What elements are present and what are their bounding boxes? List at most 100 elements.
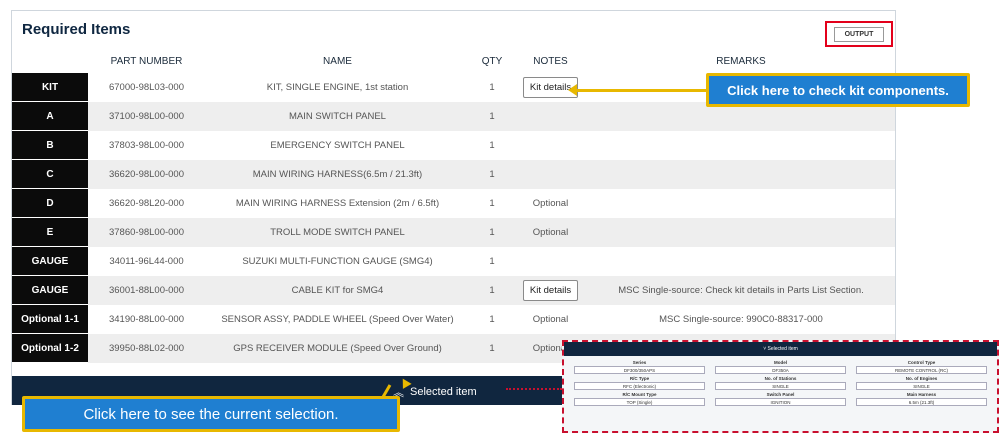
preview-field-value: 6.5m (21.3ft)	[856, 398, 987, 406]
preview-field: Series DF300/350APS	[574, 360, 705, 374]
kit-arrow-line	[576, 89, 708, 92]
part-number-cell: 67000-98L03-000	[108, 82, 184, 93]
preview-field-label: Model	[774, 360, 787, 365]
remarks-cell	[587, 218, 895, 247]
name-cell: KIT, SINGLE ENGINE, 1st station	[266, 82, 409, 93]
preview-grid: Series DF300/350APS Model DF350A Control Typ…	[564, 356, 997, 410]
preview-field-value: RFC (Electronic)	[574, 382, 705, 390]
selected-item-preview: ˅ Selected item Series DF300/350APS Model D…	[562, 340, 999, 433]
header-part-number: PART NUMBER	[110, 55, 183, 67]
qty-cell: 1	[489, 256, 495, 267]
name-cell: TROLL MODE SWITCH PANEL	[270, 227, 405, 238]
qty-cell: 1	[489, 314, 495, 325]
preview-field: R/C Mount Type TOP (Single)	[574, 392, 705, 406]
preview-field-label: R/C Type	[629, 376, 650, 381]
part-number-cell: 34190-88L00-000	[108, 314, 184, 325]
kit-details-button[interactable]: Kit details	[522, 280, 579, 301]
selection-callout: Click here to see the current selection.	[22, 396, 400, 432]
preview-field-label: Series	[632, 360, 647, 365]
preview-field-label: Control Type	[907, 360, 936, 365]
qty-cell: 1	[489, 111, 495, 122]
preview-field-value: SINGLE	[856, 382, 987, 390]
table-row: D 36620-98L20-000 MAIN WIRING HARNESS Exte…	[12, 189, 895, 218]
stage: Required Items OUTPUT PART NUMBER NAME Q…	[0, 0, 999, 433]
preview-field: Model DF350A	[715, 360, 846, 374]
qty-cell: 1	[489, 198, 495, 209]
remarks-cell	[587, 131, 895, 160]
table-row: Optional 1-1 34190-88L00-000 SENSOR ASSY, …	[12, 305, 895, 334]
kit-arrow-head	[568, 84, 577, 96]
part-number-cell: 39950-88L02-000	[108, 343, 184, 354]
row-key: Optional 1-2	[12, 334, 88, 363]
name-cell: GPS RECEIVER MODULE (Speed Over Ground)	[233, 343, 442, 354]
preview-field: R/C Type RFC (Electronic)	[574, 376, 705, 390]
part-number-cell: 36620-98L20-000	[108, 198, 184, 209]
qty-cell: 1	[489, 227, 495, 238]
notes-cell: Optional	[532, 198, 569, 209]
selected-item-label: Selected item	[410, 386, 477, 398]
output-button-label: OUTPUT	[833, 26, 885, 42]
remarks-cell	[587, 247, 895, 276]
preview-field-value: DF350A	[715, 366, 846, 374]
part-number-cell: 37803-98L00-000	[108, 140, 184, 151]
part-number-cell: 36001-88L00-000	[108, 285, 184, 296]
remarks-cell	[587, 189, 895, 218]
notes-cell: Kit details	[514, 276, 587, 305]
name-cell: MAIN WIRING HARNESS(6.5m / 21.3ft)	[252, 169, 423, 180]
preview-field-value: SINGLE	[715, 382, 846, 390]
kit-callout: Click here to check kit components.	[706, 73, 970, 107]
table-row: E 37860-98L00-000 TROLL MODE SWITCH PANEL 1…	[12, 218, 895, 247]
row-key: Optional 1-1	[12, 305, 88, 334]
header-remarks: REMARKS	[716, 55, 766, 67]
remarks-cell	[587, 160, 895, 189]
row-key: GAUGE	[12, 276, 88, 305]
qty-cell: 1	[489, 140, 495, 151]
preview-field: No. of Stations SINGLE	[715, 376, 846, 390]
preview-header: ˅ Selected item	[564, 342, 997, 356]
preview-field-value: TOP (Single)	[574, 398, 705, 406]
preview-field-label: Switch Panel	[766, 392, 795, 397]
preview-field: No. of Engines SINGLE	[856, 376, 987, 390]
row-key: A	[12, 102, 88, 131]
remarks-cell: MSC Single-source: 990C0-88317-000	[659, 314, 823, 325]
qty-cell: 1	[489, 343, 495, 354]
row-key: D	[12, 189, 88, 218]
preview-field-label: R/C Mount Type	[622, 392, 657, 397]
qty-cell: 1	[489, 169, 495, 180]
header-key	[12, 51, 88, 71]
name-cell: CABLE KIT for SMG4	[291, 285, 384, 296]
header-name: NAME	[323, 55, 352, 67]
preview-field-value: DF300/350APS	[574, 366, 705, 374]
header-notes: NOTES	[533, 55, 568, 67]
header-qty: QTY	[481, 55, 503, 67]
preview-field-value: REMOTE CONTROL (RC)	[856, 366, 987, 374]
part-number-cell: 37860-98L00-000	[108, 227, 184, 238]
remarks-cell: MSC Single-source: Check kit details in …	[618, 285, 864, 296]
preview-field-value: IGNITION	[715, 398, 846, 406]
row-key: KIT	[12, 73, 88, 102]
table-row: GAUGE 36001-88L00-000 CABLE KIT for SMG4 1 K…	[12, 276, 895, 305]
preview-arrow-line	[506, 388, 562, 390]
preview-header-label: Selected item	[767, 346, 798, 352]
preview-field-label: No. of Engines	[905, 376, 938, 381]
preview-field: Switch Panel IGNITION	[715, 392, 846, 406]
table-body: KIT 67000-98L03-000 KIT, SINGLE ENGINE, 1s…	[12, 73, 895, 363]
output-button[interactable]: OUTPUT	[825, 21, 893, 47]
notes-cell: Optional	[532, 227, 569, 238]
preview-field-label: Main Harness	[906, 392, 937, 397]
panel-title: Required Items	[22, 21, 131, 38]
qty-cell: 1	[489, 285, 495, 296]
notes-cell	[514, 131, 587, 160]
table-row: B 37803-98L00-000 EMERGENCY SWITCH PANEL 1	[12, 131, 895, 160]
preview-field-label: No. of Stations	[764, 376, 797, 381]
row-key: C	[12, 160, 88, 189]
preview-field: Control Type REMOTE CONTROL (RC)	[856, 360, 987, 374]
table-header: PART NUMBER NAME QTY NOTES REMARKS	[12, 51, 895, 71]
notes-cell	[514, 247, 587, 276]
name-cell: MAIN WIRING HARNESS Extension (2m / 6.5f…	[235, 198, 440, 209]
row-key: B	[12, 131, 88, 160]
notes-cell	[514, 160, 587, 189]
notes-cell	[514, 102, 587, 131]
notes-cell: Optional	[532, 314, 569, 325]
name-cell: SENSOR ASSY, PADDLE WHEEL (Speed Over Wa…	[221, 314, 454, 325]
